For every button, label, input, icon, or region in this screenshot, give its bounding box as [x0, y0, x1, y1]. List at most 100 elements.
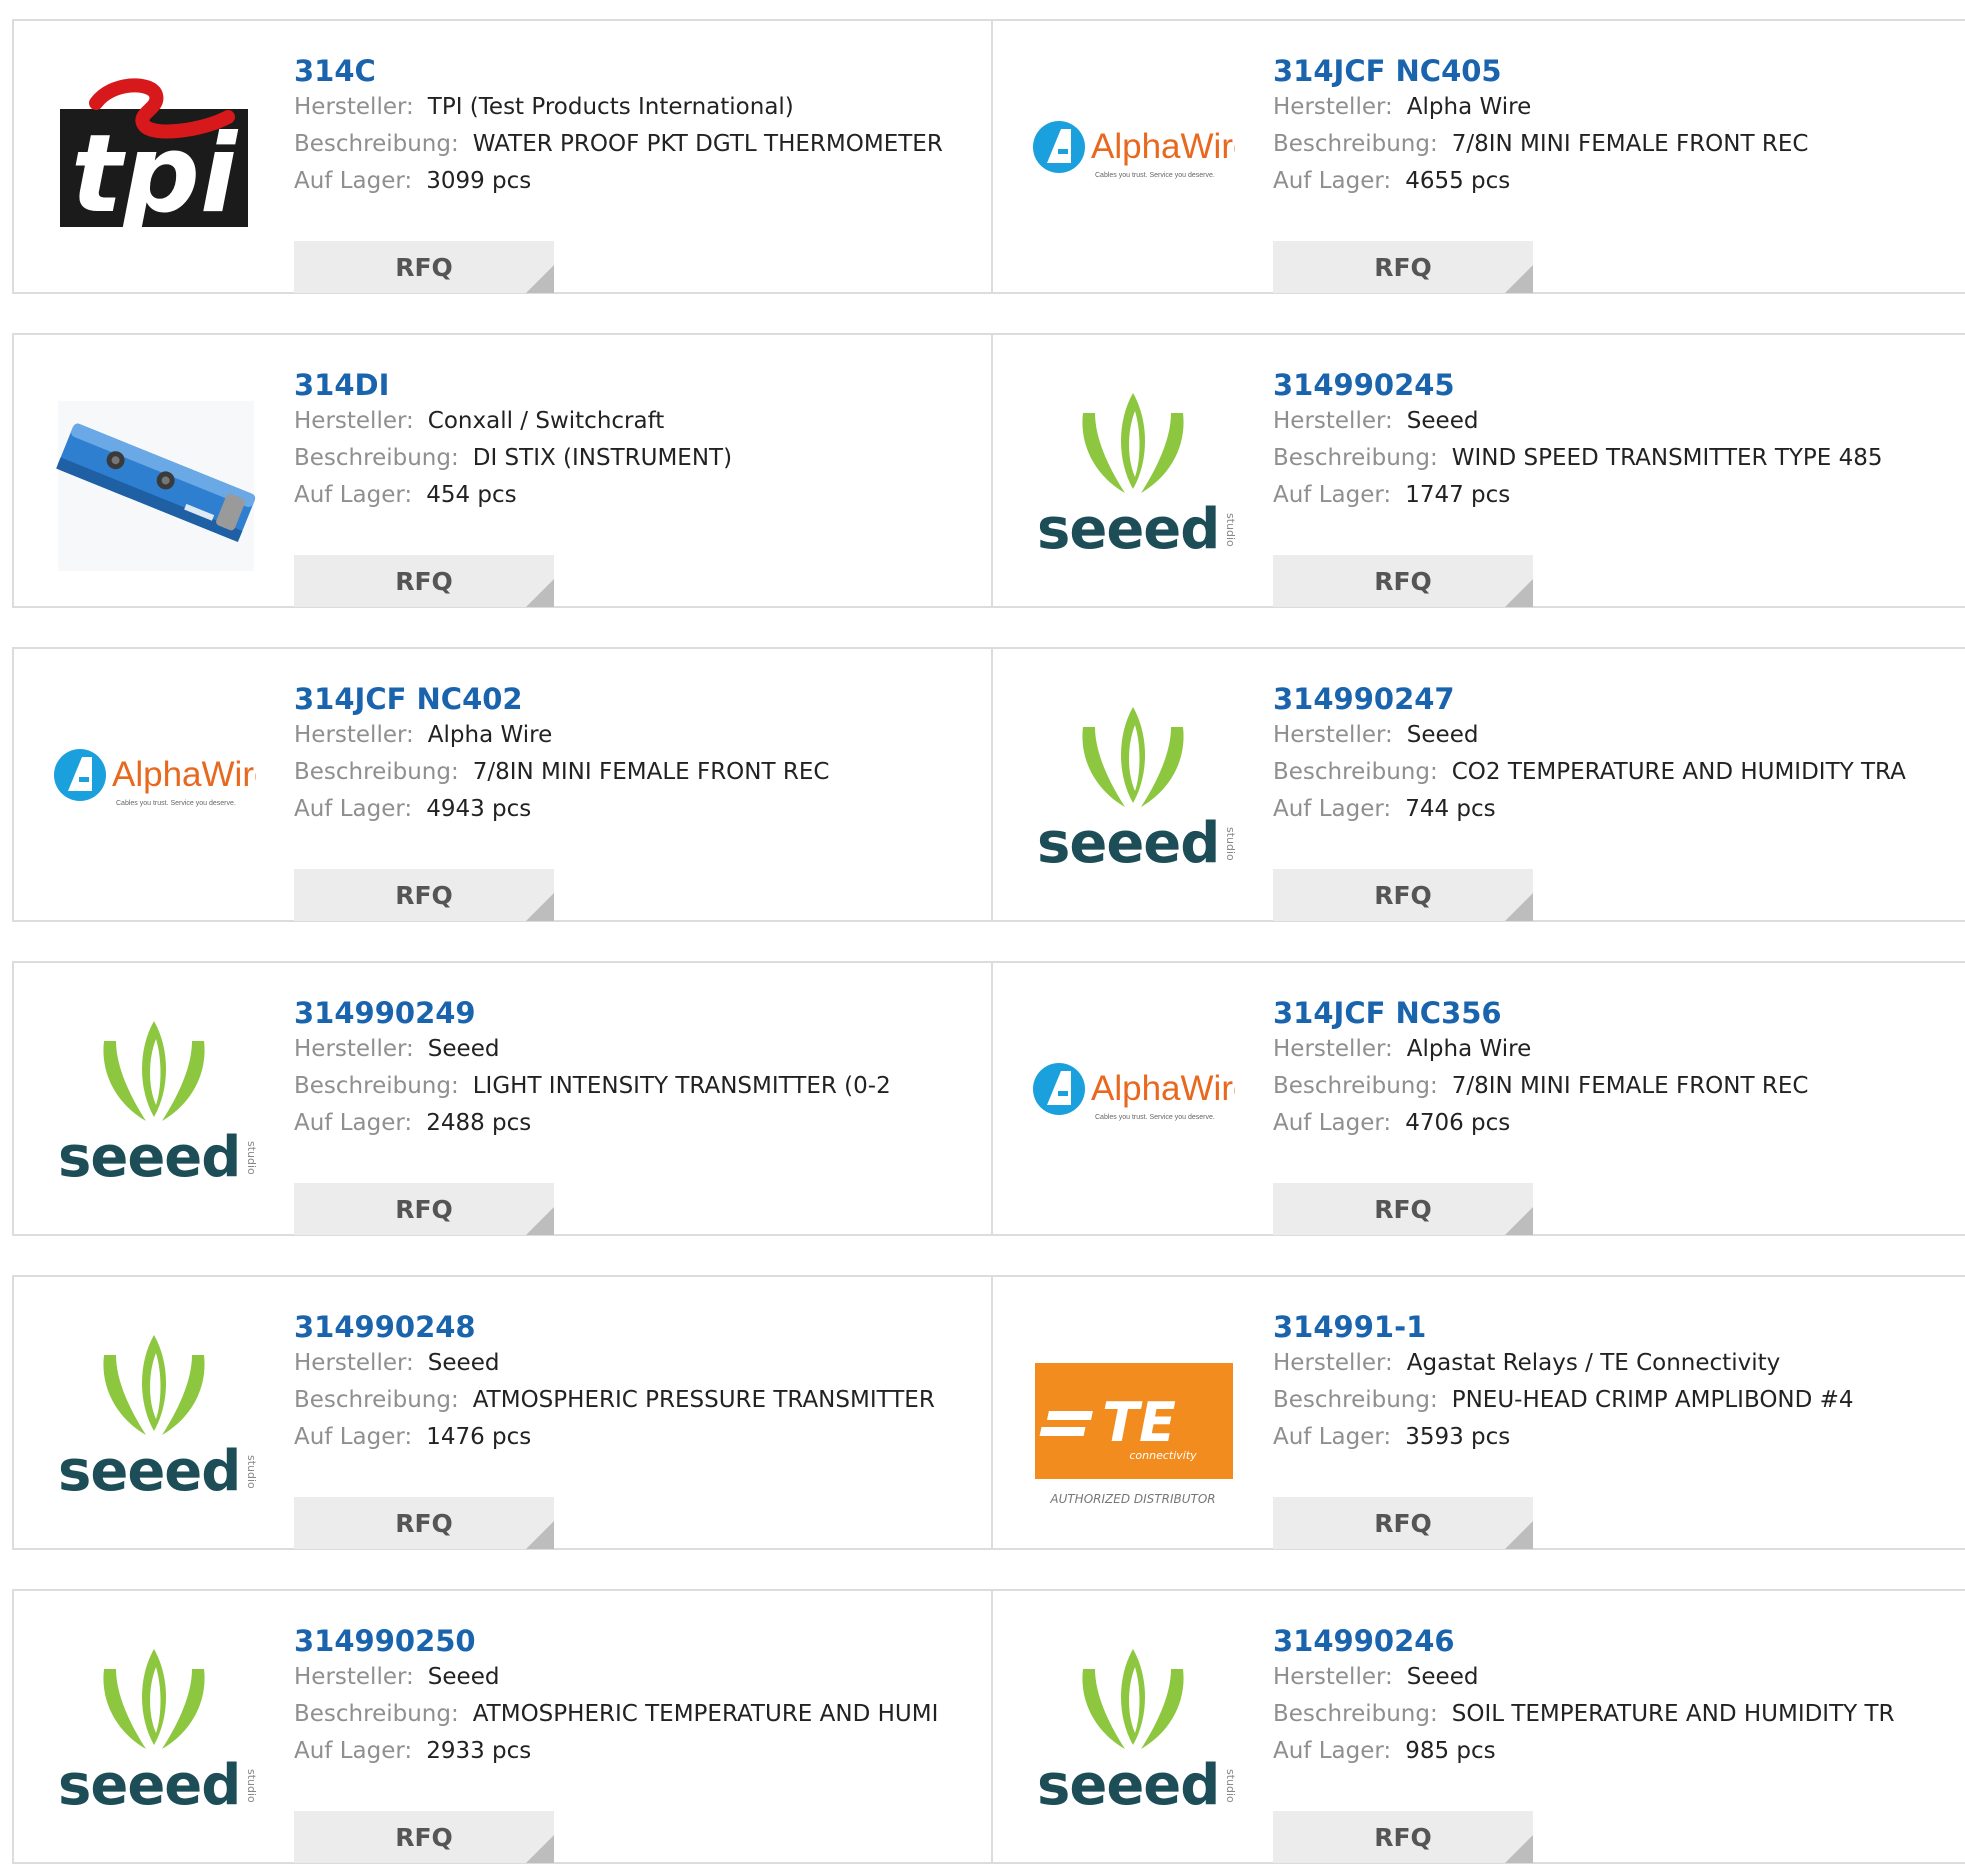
seeed-studio-logo: seeed studio: [1031, 365, 1235, 575]
rfq-button[interactable]: RFQ: [1273, 869, 1533, 921]
svg-text:studio: studio: [1224, 827, 1235, 861]
description-value: 7/8IN MINI FEMALE FRONT REC: [1451, 131, 1809, 157]
stock-line: Auf Lager: 4655 pcs: [1273, 163, 1808, 200]
rfq-button[interactable]: RFQ: [294, 555, 554, 607]
svg-text:Cables you trust. Service you: Cables you trust. Service you deserve.: [1095, 172, 1215, 179]
manufacturer-label: Hersteller:: [294, 408, 414, 434]
part-number-link[interactable]: 314JCF NC356: [1273, 995, 1808, 1031]
stock-value: 3593 pcs: [1405, 1424, 1511, 1450]
rfq-button[interactable]: RFQ: [294, 1183, 554, 1235]
part-number-link[interactable]: 314JCF NC402: [294, 681, 829, 717]
stock-label: Auf Lager:: [294, 1738, 413, 1764]
svg-text:studio: studio: [245, 1769, 256, 1803]
part-number-link[interactable]: 314990246: [1273, 1623, 1895, 1659]
description-label: Beschreibung:: [294, 131, 459, 157]
product-card: AlphaWire Cables you trust. Service you …: [991, 963, 1965, 1235]
manufacturer-value: Seeed: [427, 1350, 500, 1376]
product-info: 314990250 Hersteller: Seeed Beschreibung: AT…: [294, 1623, 938, 1863]
rfq-button[interactable]: RFQ: [1273, 1497, 1533, 1549]
description-value: CO2 TEMPERATURE AND HUMIDITY TRA: [1451, 759, 1906, 785]
manufacturer-value: Conxall / Switchcraft: [427, 408, 665, 434]
manufacturer-line: Hersteller: Conxall / Switchcraft: [294, 403, 732, 440]
part-number-link[interactable]: 314990245: [1273, 367, 1883, 403]
stock-value: 2933 pcs: [426, 1738, 532, 1764]
description-line: Beschreibung: ATMOSPHERIC TEMPERATURE AND…: [294, 1696, 938, 1733]
stock-value: 4655 pcs: [1405, 168, 1511, 194]
description-line: Beschreibung: PNEU-HEAD CRIMP AMPLIBOND #…: [1273, 1382, 1854, 1419]
description-label: Beschreibung:: [294, 1387, 459, 1413]
product-card: 314DI Hersteller: Conxall / Switchcraft Bes…: [14, 335, 990, 607]
description-value: WIND SPEED TRANSMITTER TYPE 485: [1451, 445, 1883, 471]
svg-text:seeed: seeed: [58, 1125, 240, 1190]
manufacturer-line: Hersteller: TPI (Test Products Internatio…: [294, 89, 943, 126]
stock-value: 4706 pcs: [1405, 1110, 1511, 1136]
rfq-button[interactable]: RFQ: [294, 1811, 554, 1863]
part-number-link[interactable]: 314990250: [294, 1623, 938, 1659]
rfq-button[interactable]: RFQ: [294, 1497, 554, 1549]
stock-value: 1747 pcs: [1405, 482, 1511, 508]
description-line: Beschreibung: ATMOSPHERIC PRESSURE TRANSM…: [294, 1382, 935, 1419]
stock-value: 744 pcs: [1405, 796, 1496, 822]
rfq-button[interactable]: RFQ: [1273, 241, 1533, 293]
tpi-logo: tpi: [52, 51, 256, 261]
seeed-studio-logo: seeed studio: [1031, 1621, 1235, 1831]
manufacturer-value: Agastat Relays / TE Connectivity: [1406, 1350, 1781, 1376]
stock-line: Auf Lager: 4706 pcs: [1273, 1105, 1808, 1142]
product-card: seeed studio 314990248 Hersteller: Seeed Be…: [14, 1277, 990, 1549]
svg-text:studio: studio: [245, 1455, 256, 1489]
description-line: Beschreibung: WIND SPEED TRANSMITTER TYPE…: [1273, 440, 1883, 477]
svg-text:seeed: seeed: [1037, 1753, 1219, 1818]
rfq-button[interactable]: RFQ: [294, 241, 554, 293]
manufacturer-line: Hersteller: Alpha Wire: [294, 717, 829, 754]
rfq-button[interactable]: RFQ: [1273, 1183, 1533, 1235]
manufacturer-line: Hersteller: Seeed: [1273, 717, 1906, 754]
description-label: Beschreibung:: [294, 1073, 459, 1099]
stock-value: 454 pcs: [426, 482, 517, 508]
product-card: AlphaWire Cables you trust. Service you …: [991, 21, 1965, 293]
description-label: Beschreibung:: [294, 1701, 459, 1727]
product-row: tpi 314C Hersteller: TPI (Test Products In…: [12, 19, 1965, 294]
part-number-link[interactable]: 314990249: [294, 995, 891, 1031]
stock-line: Auf Lager: 2488 pcs: [294, 1105, 891, 1142]
stock-value: 985 pcs: [1405, 1738, 1496, 1764]
svg-text:seeed: seeed: [1037, 811, 1219, 876]
stock-label: Auf Lager:: [294, 1110, 413, 1136]
stock-value: 3099 pcs: [426, 168, 532, 194]
rfq-button[interactable]: RFQ: [1273, 555, 1533, 607]
rfq-button[interactable]: RFQ: [294, 869, 554, 921]
manufacturer-label: Hersteller:: [1273, 1036, 1393, 1062]
svg-text:Cables you trust. Service you: Cables you trust. Service you deserve.: [1095, 1114, 1215, 1121]
product-row: seeed studio 314990250 Hersteller: Seeed Be…: [12, 1589, 1965, 1864]
stock-label: Auf Lager:: [1273, 482, 1392, 508]
svg-text:seeed: seeed: [58, 1439, 240, 1504]
product-row: 314DI Hersteller: Conxall / Switchcraft Bes…: [12, 333, 1965, 608]
description-line: Beschreibung: 7/8IN MINI FEMALE FRONT REC: [1273, 126, 1808, 163]
manufacturer-line: Hersteller: Seeed: [1273, 1659, 1895, 1696]
description-line: Beschreibung: WATER PROOF PKT DGTL THERMO…: [294, 126, 943, 163]
part-number-link[interactable]: 314DI: [294, 367, 732, 403]
stock-value: 2488 pcs: [426, 1110, 532, 1136]
description-value: WATER PROOF PKT DGTL THERMOMETER: [472, 131, 943, 157]
description-label: Beschreibung:: [1273, 1701, 1438, 1727]
stock-line: Auf Lager: 2933 pcs: [294, 1733, 938, 1770]
manufacturer-label: Hersteller:: [1273, 408, 1393, 434]
manufacturer-value: Seeed: [427, 1664, 500, 1690]
description-value: LIGHT INTENSITY TRANSMITTER (0-2: [472, 1073, 891, 1099]
part-number-link[interactable]: 314C: [294, 53, 943, 89]
part-number-link[interactable]: 314991-1: [1273, 1309, 1854, 1345]
alphawire-logo: AlphaWire Cables you trust. Service you …: [1031, 993, 1235, 1203]
product-info: 314C Hersteller: TPI (Test Products Intern…: [294, 53, 943, 293]
product-row: AlphaWire Cables you trust. Service you …: [12, 647, 1965, 922]
svg-text:Cables you trust. Service you: Cables you trust. Service you deserve.: [116, 800, 236, 807]
rfq-button[interactable]: RFQ: [1273, 1811, 1533, 1863]
svg-text:tpi: tpi: [71, 112, 239, 237]
product-grid: tpi 314C Hersteller: TPI (Test Products In…: [0, 0, 1965, 1864]
part-number-link[interactable]: 314990248: [294, 1309, 935, 1345]
seeed-studio-logo: seeed studio: [52, 1307, 256, 1517]
part-number-link[interactable]: 314990247: [1273, 681, 1906, 717]
description-line: Beschreibung: SOIL TEMPERATURE AND HUMIDI…: [1273, 1696, 1895, 1733]
manufacturer-value: Seeed: [1406, 1664, 1479, 1690]
seeed-studio-logo: seeed studio: [1031, 679, 1235, 889]
part-number-link[interactable]: 314JCF NC405: [1273, 53, 1808, 89]
te-connectivity-logo: TE connectivity AUTHORIZED DISTRIBUTOR: [1031, 1307, 1235, 1517]
